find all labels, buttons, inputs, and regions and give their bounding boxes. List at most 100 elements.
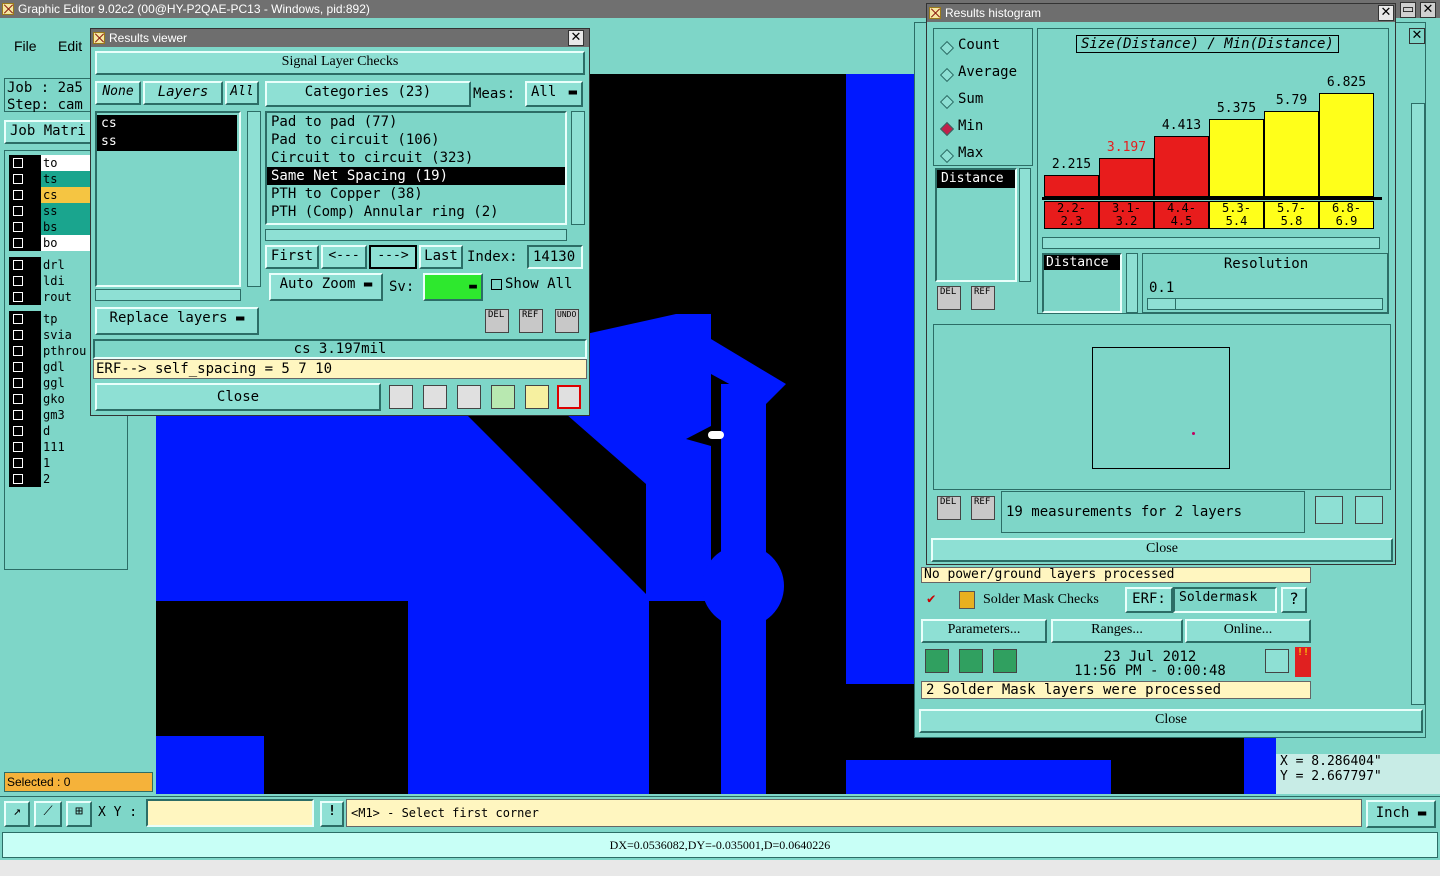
close-icon[interactable]: ✕	[1420, 2, 1436, 18]
category-hscrollbar[interactable]	[265, 229, 567, 241]
import-icon[interactable]	[1355, 496, 1383, 524]
del-icon[interactable]: DEL	[937, 286, 961, 310]
close-icon[interactable]: ✕	[1378, 5, 1394, 21]
mode-label-count[interactable]: Count	[958, 37, 1000, 53]
resolution-slider[interactable]	[1147, 298, 1383, 310]
stop-icon[interactable]	[993, 649, 1017, 673]
units-dropdown[interactable]: Inch ▬	[1366, 800, 1436, 828]
show-all-checkbox[interactable]	[491, 279, 502, 290]
layer-toggle[interactable]	[9, 407, 41, 423]
chart-hscrollbar[interactable]	[1042, 237, 1380, 249]
del-icon[interactable]: DEL	[937, 496, 961, 520]
ref-icon[interactable]: REF	[971, 496, 995, 520]
index-input[interactable]: 14130	[527, 245, 583, 269]
sort-icon[interactable]	[491, 385, 515, 409]
category-item[interactable]: PTH (Comp) Annular ring (2)	[267, 203, 565, 221]
layer-row-1[interactable]: 1	[9, 455, 125, 471]
layers-list[interactable]: cs ss	[95, 111, 241, 287]
ref-disabled-icon[interactable]	[457, 385, 481, 409]
distance-list[interactable]: Distance	[935, 168, 1017, 282]
layer-toggle[interactable]	[9, 343, 41, 359]
mode-label-sum[interactable]: Sum	[958, 91, 983, 107]
layer-row-2[interactable]: 2	[9, 471, 125, 487]
layers-scrollbar[interactable]	[247, 111, 261, 287]
parameters-button[interactable]: Parameters...	[921, 619, 1047, 643]
run-all-icon[interactable]	[959, 649, 983, 673]
menu-file[interactable]: File	[14, 38, 37, 54]
export-icon[interactable]	[1315, 496, 1343, 524]
notes-icon[interactable]	[525, 385, 549, 409]
minimize-icon[interactable]: ▭	[1400, 2, 1416, 18]
layer-toggle[interactable]	[9, 375, 41, 391]
layer-toggle[interactable]	[9, 219, 41, 235]
help-button[interactable]: ?	[1281, 587, 1307, 613]
category-item[interactable]: Circuit to circuit (323)	[267, 149, 565, 167]
del-icon[interactable]: DEL	[485, 309, 509, 333]
all-button[interactable]: All	[225, 81, 259, 105]
category-list[interactable]: Pad to pad (77) Pad to circuit (106) Circu…	[265, 111, 567, 225]
zoom-icon[interactable]	[1265, 649, 1289, 673]
layers-button[interactable]: Layers	[143, 81, 223, 105]
layer-toggle[interactable]	[9, 311, 41, 327]
layer-toggle[interactable]	[9, 257, 41, 273]
first-button[interactable]: First	[265, 245, 319, 269]
mode-label-min[interactable]: Min	[958, 118, 983, 134]
histogram-icon[interactable]	[557, 385, 581, 409]
next-button[interactable]: --->	[369, 245, 417, 269]
layers-hscrollbar[interactable]	[95, 289, 241, 301]
close-icon[interactable]: ✕	[1409, 28, 1425, 44]
histogram-bar[interactable]	[1209, 119, 1264, 197]
layer-toggle[interactable]	[9, 235, 41, 251]
prev-button[interactable]: <---	[321, 245, 367, 269]
layer-toggle[interactable]	[9, 455, 41, 471]
layer-toggle[interactable]	[9, 423, 41, 439]
measure-tool-icon[interactable]: ⟋	[34, 801, 62, 827]
category-item[interactable]: Pad to pad (77)	[267, 113, 565, 131]
layer-toggle[interactable]	[9, 391, 41, 407]
ref-icon[interactable]: REF	[519, 309, 543, 333]
info-icon[interactable]: !	[320, 801, 344, 827]
last-button[interactable]: Last	[419, 245, 463, 269]
meas-dropdown[interactable]: All ▬	[525, 81, 583, 107]
ref-icon[interactable]: REF	[971, 286, 995, 310]
ranges-button[interactable]: Ranges...	[1051, 619, 1183, 643]
layer-row-d[interactable]: d	[9, 423, 125, 439]
close-button[interactable]: Close	[95, 383, 381, 411]
mode-label-average[interactable]: Average	[958, 64, 1017, 80]
layer-toggle[interactable]	[9, 327, 41, 343]
distance-list-item[interactable]: Distance	[937, 170, 1015, 188]
panel-close-button[interactable]: Close	[919, 709, 1423, 733]
category-item[interactable]: Pad to circuit (106)	[267, 131, 565, 149]
auto-zoom-dropdown[interactable]: Auto Zoom ▬	[269, 273, 383, 301]
select-tool-icon[interactable]: ↗	[4, 801, 30, 827]
layer-toggle[interactable]	[9, 187, 41, 203]
radio-average-icon[interactable]	[939, 67, 955, 83]
report-icon[interactable]	[423, 385, 447, 409]
radio-count-icon[interactable]	[939, 40, 955, 56]
layer-toggle[interactable]	[9, 273, 41, 289]
erf-input[interactable]: Soldermask	[1173, 587, 1277, 613]
histogram-bar[interactable]	[1044, 175, 1099, 197]
radio-sum-icon[interactable]	[939, 94, 955, 110]
grid-icon[interactable]: ⊞	[66, 801, 92, 827]
histogram-bar[interactable]	[1264, 111, 1319, 197]
histogram-bar[interactable]	[1154, 136, 1209, 197]
xy-input[interactable]	[146, 799, 314, 827]
online-button[interactable]: Online...	[1185, 619, 1311, 643]
histogram-close-button[interactable]: Close	[931, 538, 1393, 562]
run-icon[interactable]	[925, 649, 949, 673]
radio-min-icon[interactable]	[939, 121, 955, 137]
category-scrollbar[interactable]	[571, 111, 585, 225]
categories-button[interactable]: Categories (23)	[265, 81, 471, 107]
layer-row-111[interactable]: 111	[9, 439, 125, 455]
mode-label-max[interactable]: Max	[958, 145, 983, 161]
layer-toggle[interactable]	[9, 289, 41, 305]
distance-field-scrollbar[interactable]	[1126, 253, 1138, 313]
histogram-bar[interactable]	[1099, 158, 1154, 197]
radio-max-icon[interactable]	[939, 148, 955, 164]
category-item[interactable]: Same Net Spacing (19)	[267, 167, 565, 185]
close-icon[interactable]: ✕	[568, 30, 584, 46]
none-button[interactable]: None	[95, 81, 141, 105]
replace-layers-dropdown[interactable]: Replace layers ▬	[95, 307, 259, 335]
category-item[interactable]: PTH to Copper (38)	[267, 185, 565, 203]
